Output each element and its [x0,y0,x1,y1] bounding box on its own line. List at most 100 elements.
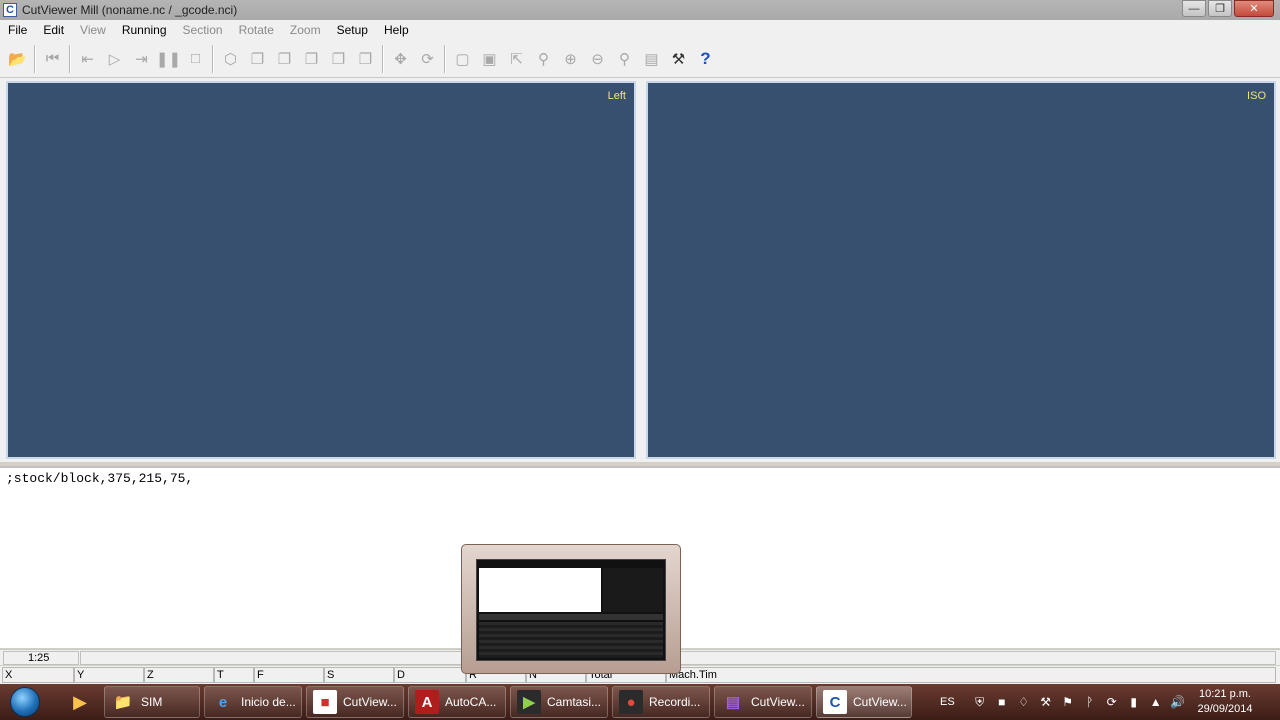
app-window: C CutViewer Mill (noname.nc / _gcode.nci… [0,0,1280,686]
menu-edit[interactable]: Edit [35,23,72,37]
title-bar: C CutViewer Mill (noname.nc / _gcode.nci… [0,0,1280,20]
thumbnail-canvas [479,568,601,612]
taskbar-item-label: CutView... [751,695,805,709]
open-icon[interactable]: 📂 [4,46,31,72]
media-player-icon[interactable]: ▶ [60,687,100,717]
thumbnail-screen [476,559,666,661]
ie-icon: e [218,693,228,711]
toolbar-separator [69,44,71,73]
clock-time: 10:21 p.m. [1199,688,1251,700]
pause-icon[interactable]: ❚❚ [155,46,182,72]
taskbar-item-cutviewer[interactable]: C CutView... [816,686,912,718]
left-view-label: Left [607,90,626,102]
zoom-extents-icon[interactable]: ⇱ [503,46,530,72]
view-iso-icon[interactable]: ⬡ [217,46,244,72]
volume-icon[interactable]: 🔊 [1169,693,1187,711]
battery-icon[interactable]: ▮ [1125,693,1143,711]
language-indicator[interactable]: ES [940,696,955,708]
menu-section[interactable]: Section [175,23,231,37]
taskbar-item-pdf[interactable]: ■ CutView... [306,686,404,718]
window-title: CutViewer Mill (noname.nc / _gcode.nci) [22,3,238,17]
axis-d: D [394,667,466,683]
viewport-area: Left ISO [0,78,1280,462]
step-forward-icon[interactable]: ⇥ [128,46,155,72]
window-controls: — ❐ ✕ [1182,0,1274,17]
ruler-icon[interactable]: ▤ [638,46,665,72]
elapsed-time: 1:25 [3,651,79,665]
axis-t: T [214,667,254,683]
minimize-button[interactable]: — [1182,0,1206,17]
help-icon[interactable]: ? [692,46,719,72]
bluetooth-icon[interactable]: ᚹ [1081,693,1099,711]
menu-bar: File Edit View Running Section Rotate Zo… [0,20,1280,40]
taskbar-item-label: CutView... [853,695,907,709]
view-top-icon[interactable]: ❐ [352,46,379,72]
toolbar-separator [444,44,446,73]
menu-file[interactable]: File [0,23,35,37]
stop-icon[interactable]: □ [182,46,209,72]
taskbar-item-winrar[interactable]: ▤ CutView... [714,686,812,718]
orange-app-icon[interactable]: ■ [993,693,1011,711]
taskbar: ▶ 📁 SIM e Inicio de... ■ CutView... A Au… [0,684,1280,720]
recording-icon: ● [619,690,643,714]
rewind-icon[interactable]: ⏮ [39,46,66,72]
taskbar-item-camtasia[interactable]: ▶ Camtasi... [510,686,608,718]
restore-button[interactable]: ❐ [1208,0,1232,17]
taskbar-item-ie[interactable]: e Inicio de... [204,686,302,718]
machine-time-field: Mach.Tim [666,667,1276,683]
rotate-icon[interactable]: ⟳ [414,46,441,72]
tool-icon[interactable]: ⚒ [1037,693,1055,711]
thumbnail-preview-panel [603,568,663,612]
viewport-splitter[interactable] [638,78,644,462]
taskbar-item-label: Camtasi... [547,695,602,709]
pan-icon[interactable]: ✥ [387,46,414,72]
axis-f: F [254,667,324,683]
taskbar-item-recording[interactable]: ● Recordi... [612,686,710,718]
shield-icon[interactable]: ⛨ [971,693,989,711]
menu-rotate[interactable]: Rotate [231,23,282,37]
sync-icon[interactable]: ⟳ [1103,693,1121,711]
toolbar-separator [382,44,384,73]
toolbar-separator [212,44,214,73]
toolbar-separator [34,44,36,73]
zoom-in-icon[interactable]: ⊕ [557,46,584,72]
view-front-icon[interactable]: ❐ [244,46,271,72]
menu-zoom[interactable]: Zoom [282,23,329,37]
menu-help[interactable]: Help [376,23,417,37]
taskbar-thumbnail-preview[interactable] [461,544,681,674]
menu-running[interactable]: Running [114,23,175,37]
toolbar: 📂 ⏮ ⇤ ▷ ⇥ ❚❚ □ ⬡ ❐ ❐ ❐ ❐ ❐ ✥ ⟳ ▢ ▣ ⇱ ⚲ ⊕… [0,40,1280,78]
taskbar-item-autocad[interactable]: A AutoCA... [408,686,506,718]
network-signal-icon[interactable]: ▲ [1147,693,1165,711]
clock-date: 29/09/2014 [1197,703,1253,715]
menu-view[interactable]: View [72,23,114,37]
zoom-icon[interactable]: ⚲ [530,46,557,72]
left-viewport[interactable]: Left [6,81,636,459]
zoom-fit-icon[interactable]: ▣ [476,46,503,72]
menu-setup[interactable]: Setup [329,23,376,37]
step-back-icon[interactable]: ⇤ [74,46,101,72]
setup-tools-icon[interactable]: ⚒ [665,46,692,72]
security-icon[interactable]: ♢ [1015,693,1033,711]
view-back-icon[interactable]: ❐ [271,46,298,72]
taskbar-item-label: Recordi... [649,695,701,709]
close-button[interactable]: ✕ [1234,0,1274,17]
zoom-window-icon[interactable]: ▢ [449,46,476,72]
clock[interactable]: 10:21 p.m. 29/09/2014 [1194,687,1256,717]
taskbar-item-label: SIM [141,695,163,709]
play-icon[interactable]: ▷ [101,46,128,72]
view-right-icon[interactable]: ❐ [325,46,352,72]
zoom-out-icon[interactable]: ⊖ [584,46,611,72]
cutviewer-icon: C [823,690,847,714]
axis-s: S [324,667,394,683]
taskbar-item-label: AutoCA... [445,695,497,709]
flag-icon[interactable]: ⚑ [1059,693,1077,711]
taskbar-item-sim[interactable]: 📁 SIM [104,686,200,718]
thumbnail-toolbar [479,614,663,620]
view-left-icon[interactable]: ❐ [298,46,325,72]
start-button[interactable] [10,687,40,717]
taskbar-item-label: CutView... [343,695,397,709]
measure-icon[interactable]: ⚲ [611,46,638,72]
system-tray: ES ⛨ ■ ♢ ⚒ ⚑ ᚹ ⟳ ▮ ▲ 🔊 10:21 p.m. 29/09/… [932,684,1280,720]
iso-viewport[interactable]: ISO [646,81,1276,459]
